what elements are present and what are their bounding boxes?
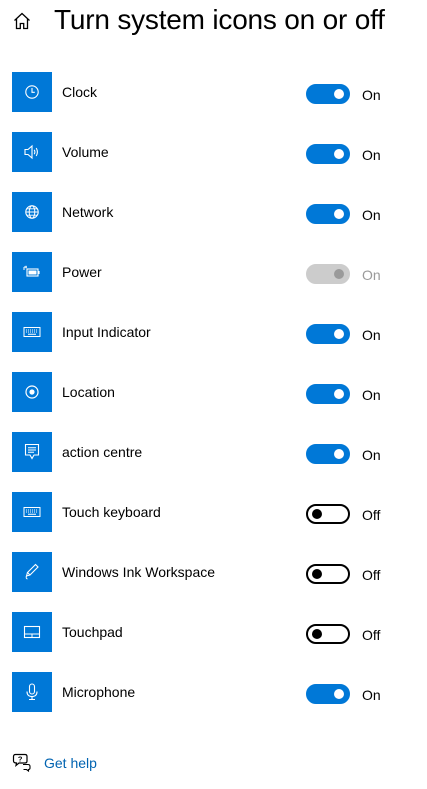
windows-ink-tile <box>12 552 52 592</box>
touchpad-tile <box>12 612 52 652</box>
volume-icon <box>24 144 38 160</box>
network-tile <box>12 192 52 232</box>
toggle-state-label: On <box>362 387 381 403</box>
clock-icon <box>25 85 39 99</box>
page-header: Turn system icons on or off <box>0 0 427 44</box>
toggle-state-label: Off <box>362 507 381 523</box>
toggle-state-label: On <box>362 207 381 223</box>
microphone-icon <box>26 683 38 701</box>
volume-toggle[interactable] <box>306 144 350 164</box>
setting-row-location: Location On <box>0 372 427 432</box>
toggle-state-label: On <box>362 447 381 463</box>
setting-label: Clock <box>62 84 98 100</box>
toggle-knob <box>334 269 344 279</box>
power-tile <box>12 252 52 292</box>
setting-row-touchpad: Touchpad Off <box>0 612 427 672</box>
toggle-knob <box>312 569 322 579</box>
windows-ink-toggle[interactable] <box>306 564 350 584</box>
input-indicator-tile <box>12 312 52 352</box>
toggle-knob <box>334 329 344 339</box>
setting-row-action-centre: action centre On <box>0 432 427 492</box>
pen-icon <box>25 563 39 580</box>
touch-keyboard-tile <box>12 492 52 532</box>
volume-tile <box>12 132 52 172</box>
setting-label: Location <box>62 384 115 400</box>
page-title: Turn system icons on or off <box>54 4 385 35</box>
toggle-knob <box>334 209 344 219</box>
setting-label: Touchpad <box>62 624 123 640</box>
location-toggle[interactable] <box>306 384 350 404</box>
svg-text:?: ? <box>18 754 23 763</box>
location-tile <box>12 372 52 412</box>
setting-row-touch-keyboard: Touch keyboard Off <box>0 492 427 552</box>
toggle-knob <box>334 449 344 459</box>
toggle-state-label: On <box>362 147 381 163</box>
toggle-knob <box>312 509 322 519</box>
settings-page: Turn system icons on or off Clock On Vol… <box>0 0 427 789</box>
setting-row-input-indicator: Input Indicator On <box>0 312 427 372</box>
setting-label: Power <box>62 264 102 280</box>
toggle-state-label: On <box>362 267 381 283</box>
setting-row-power: Power On <box>0 252 427 312</box>
get-help-row: ? Get help <box>12 752 212 774</box>
setting-label: Network <box>62 204 114 220</box>
get-help-link[interactable]: Get help <box>44 754 97 772</box>
setting-row-windows-ink-workspace: Windows Ink Workspace Off <box>0 552 427 612</box>
toggle-knob <box>334 149 344 159</box>
action-centre-toggle[interactable] <box>306 444 350 464</box>
toggle-state-label: Off <box>362 567 381 583</box>
microphone-tile <box>12 672 52 712</box>
clock-toggle[interactable] <box>306 84 350 104</box>
setting-row-volume: Volume On <box>0 132 427 192</box>
toggle-knob <box>334 389 344 399</box>
battery-power-icon <box>23 265 40 277</box>
home-button[interactable] <box>10 9 34 33</box>
touchpad-icon <box>23 625 41 639</box>
toggle-state-label: On <box>362 327 381 343</box>
home-icon <box>14 12 30 30</box>
location-icon <box>25 385 39 399</box>
clock-tile <box>12 72 52 112</box>
setting-row-microphone: Microphone On <box>0 672 427 732</box>
touchpad-toggle[interactable] <box>306 624 350 644</box>
keyboard-icon <box>23 327 41 337</box>
setting-row-network: Network On <box>0 192 427 252</box>
microphone-toggle[interactable] <box>306 684 350 704</box>
setting-label: Windows Ink Workspace <box>62 564 216 580</box>
toggle-state-label: Off <box>362 627 381 643</box>
toggle-knob <box>312 629 322 639</box>
toggle-knob <box>334 89 344 99</box>
setting-label: Touch keyboard <box>62 504 161 520</box>
system-icons-list: Clock On Volume On Network On Power On I… <box>0 72 427 732</box>
setting-label: action centre <box>62 444 143 460</box>
touch-keyboard-toggle[interactable] <box>306 504 350 524</box>
action-centre-tile <box>12 432 52 472</box>
setting-row-clock: Clock On <box>0 72 427 132</box>
setting-label: Input Indicator <box>62 324 151 340</box>
toggle-state-label: On <box>362 87 381 103</box>
setting-label: Microphone <box>62 684 136 700</box>
setting-label: Volume <box>62 144 109 160</box>
touch-keyboard-icon <box>23 507 41 517</box>
network-globe-icon <box>25 205 39 219</box>
input-indicator-toggle[interactable] <box>306 324 350 344</box>
action-centre-icon <box>24 443 40 460</box>
network-toggle[interactable] <box>306 204 350 224</box>
power-toggle <box>306 264 350 284</box>
help-chat-icon: ? <box>12 753 31 772</box>
toggle-state-label: On <box>362 687 381 703</box>
toggle-knob <box>334 689 344 699</box>
